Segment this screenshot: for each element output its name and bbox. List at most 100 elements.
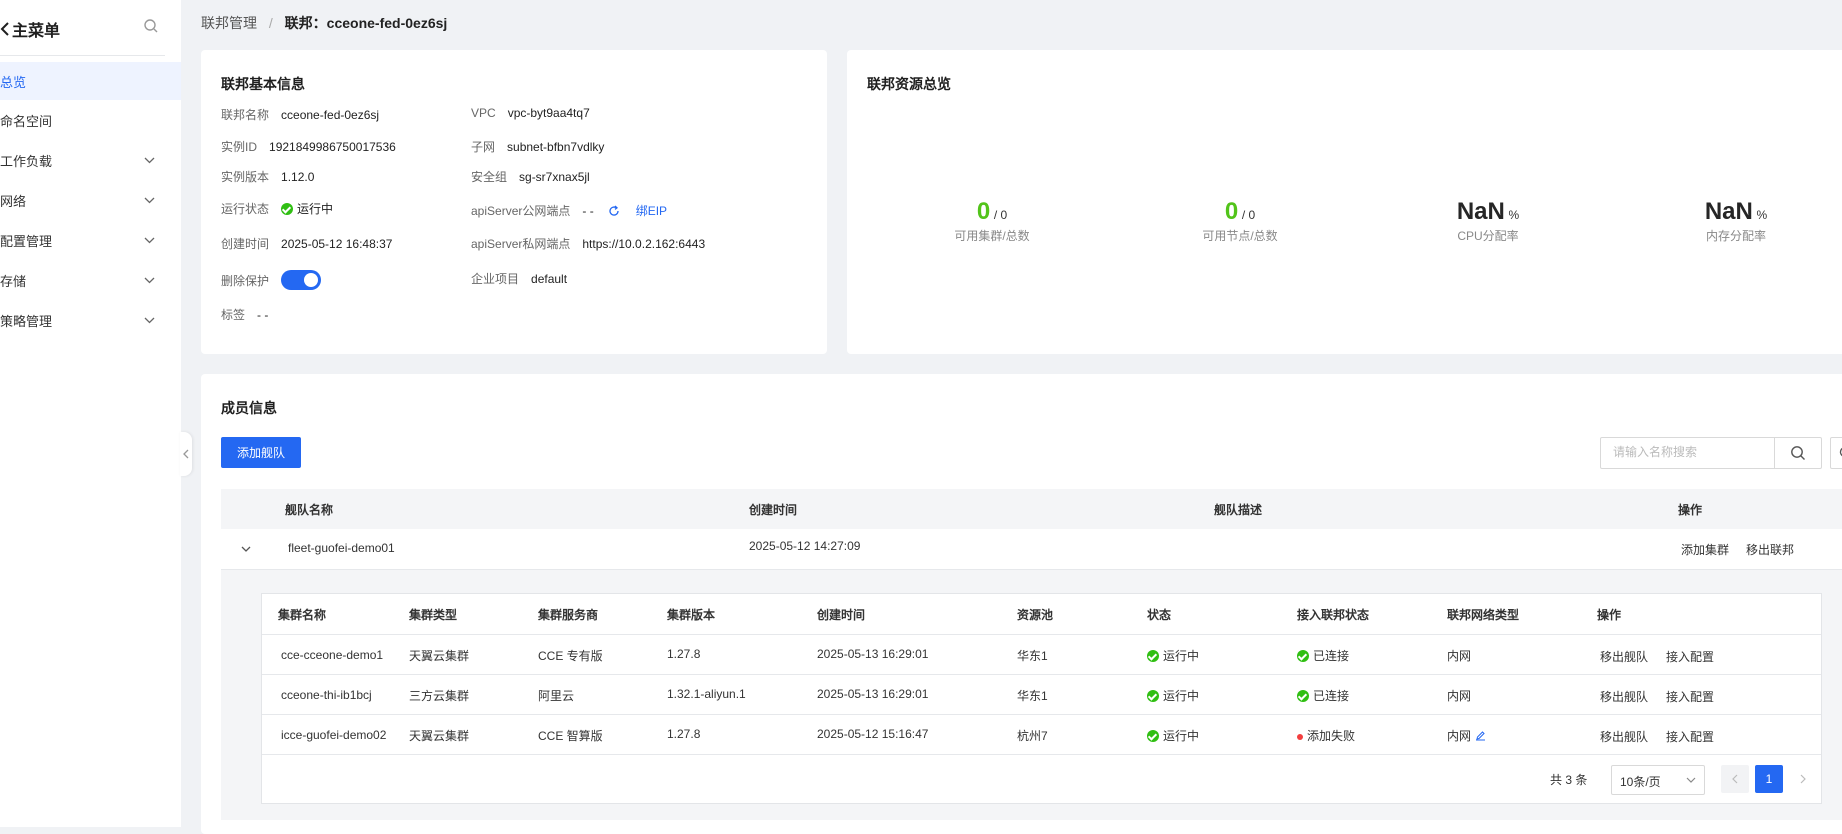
edit-icon[interactable] (1475, 730, 1486, 741)
cpu-allocation-stat: NaN % CPU分配率 (1408, 199, 1568, 244)
cluster-status-text: 运行中 (1163, 729, 1200, 743)
instance-version-value: 1.12.0 (281, 169, 315, 184)
add-fleet-button[interactable]: 添加舰队 (221, 437, 301, 468)
memory-allocation-label: 内存分配率 (1705, 229, 1766, 243)
sidebar-item-label: 总览 (0, 74, 27, 90)
table-row: icce-guofei-demo02 天翼云集群 CCE 智算版 1.27.8 … (262, 714, 1821, 755)
created-time-value: 2025-05-12 16:48:37 (281, 236, 393, 251)
fed-name-value: cceone-fed-0ez6sj (281, 107, 380, 122)
memory-allocation-stat: NaN % 内存分配率 (1656, 199, 1816, 244)
cluster-status: 运行中 (1147, 647, 1199, 664)
add-cluster-link[interactable]: 添加集群 (1681, 541, 1729, 558)
fed-name-label: 联邦名称 (221, 108, 270, 122)
breadcrumb-separator: / (268, 15, 273, 31)
available-clusters-stat: 0 / 0 可用集群/总数 (912, 199, 1072, 244)
available-nodes-stat: 0 / 0 可用节点/总数 (1160, 199, 1320, 244)
breadcrumb-parent[interactable]: 联邦管理 (201, 15, 257, 31)
success-status-icon (1147, 689, 1159, 702)
created-time-row: 创建时间 2025-05-12 16:48:37 (221, 235, 392, 252)
sidebar-item-namespace[interactable]: 命名空间 (0, 101, 165, 139)
chevron-down-icon (144, 157, 155, 164)
cluster-status-text: 运行中 (1163, 689, 1200, 703)
page-1-button[interactable]: 1 (1755, 765, 1783, 793)
security-group-row: 安全组 sg-sr7xnax5jl (471, 168, 590, 185)
chevron-left-icon (1732, 774, 1738, 784)
success-status-icon (1297, 689, 1309, 702)
back-to-main-menu[interactable]: 主菜单 (0, 17, 60, 41)
cluster-created: 2025-05-12 15:16:47 (817, 727, 929, 741)
fleet-name-link[interactable]: fleet-guofei-demo01 (288, 541, 395, 555)
cluster-name-link[interactable]: icce-guofei-demo02 (281, 728, 386, 742)
sidebar-item-label: 配置管理 (0, 233, 53, 249)
remove-from-fleet-link[interactable]: 移出舰队 (1600, 648, 1648, 665)
search-button[interactable] (1774, 437, 1822, 469)
col-cluster-version: 集群版本 (667, 608, 716, 622)
bind-eip-link[interactable]: 绑EIP (636, 202, 667, 219)
chevron-down-icon (144, 197, 155, 204)
vpc-value: vpc-byt9aa4tq7 (507, 106, 590, 120)
cluster-version: 1.32.1-aliyun.1 (667, 687, 746, 701)
remove-from-fleet-link[interactable]: 移出舰队 (1600, 688, 1648, 705)
sidebar-item-label: 命名空间 (0, 113, 53, 129)
resource-pool: 杭州7 (1017, 729, 1048, 743)
page-size-select[interactable]: 10条/页 (1611, 765, 1705, 795)
col-resource-pool: 资源池 (1017, 608, 1054, 622)
remove-from-federation-link[interactable]: 移出联邦 (1746, 541, 1794, 558)
col-status: 状态 (1147, 608, 1172, 622)
access-config-link[interactable]: 接入配置 (1666, 728, 1714, 745)
sidebar-item-label: 存储 (0, 273, 27, 289)
vpc-row: VPC vpc-byt9aa4tq7 (471, 106, 590, 120)
resource-overview-title: 联邦资源总览 (867, 76, 951, 92)
refresh-icon[interactable] (608, 205, 620, 217)
access-config-link[interactable]: 接入配置 (1666, 688, 1714, 705)
chevron-down-icon[interactable] (240, 543, 252, 555)
error-status-dot (1297, 733, 1303, 740)
public-endpoint-row: apiServer公网端点 - - 绑EIP (471, 202, 667, 219)
col-network-type: 联邦网络类型 (1447, 608, 1520, 622)
sidebar-item-policy[interactable]: 策略管理 (0, 301, 165, 339)
success-status-icon (1297, 649, 1309, 662)
breadcrumb: 联邦管理 / 联邦：cceone-fed-0ez6sj (201, 13, 447, 33)
subnet-value: subnet-bfbn7vdlky (507, 139, 605, 154)
next-page-button[interactable] (1789, 765, 1817, 793)
security-group-label: 安全组 (471, 170, 508, 184)
prev-page-button[interactable] (1721, 765, 1749, 793)
sidebar-item-workload[interactable]: 工作负载 (0, 141, 165, 179)
sidebar-item-config[interactable]: 配置管理 (0, 221, 165, 259)
fleet-search-input[interactable] (1611, 444, 1765, 460)
total-nodes-value: / 0 (1241, 208, 1256, 222)
cluster-provider: CCE 智算版 (538, 729, 603, 743)
refresh-icon (1839, 447, 1842, 457)
refresh-button[interactable] (1830, 437, 1842, 469)
access-config-link[interactable]: 接入配置 (1666, 648, 1714, 665)
cluster-name-link[interactable]: cceone-thi-ib1bcj (281, 688, 372, 702)
sidebar-collapse-toggle[interactable] (180, 432, 192, 476)
fleet-search-box (1600, 437, 1776, 469)
total-count: 共 3 条 (1550, 773, 1588, 787)
search-icon[interactable] (143, 18, 159, 34)
sidebar-item-storage[interactable]: 存储 (0, 261, 165, 299)
remove-from-fleet-link[interactable]: 移出舰队 (1600, 728, 1648, 745)
sidebar-item-label: 工作负载 (0, 153, 53, 169)
tag-value: - - (257, 307, 269, 322)
col-fleet-name: 舰队名称 (285, 503, 334, 517)
total-clusters-value: / 0 (993, 208, 1008, 222)
cluster-provider: CCE 专有版 (538, 649, 603, 663)
tag-row: 标签 - - (221, 306, 268, 323)
success-status-icon (1147, 729, 1159, 742)
chevron-left-icon (183, 449, 189, 459)
sidebar-item-network[interactable]: 网络 (0, 181, 165, 219)
sidebar: 主菜单 总览 命名空间 工作负载 网络 配置管理 存储 策略管理 (0, 0, 181, 827)
chevron-left-icon (0, 22, 9, 36)
cluster-name-link[interactable]: cce-cceone-demo1 (281, 648, 383, 662)
join-status-text: 已连接 (1313, 649, 1350, 663)
sidebar-item-overview[interactable]: 总览 (0, 62, 181, 100)
security-group-value: sg-sr7xnax5jl (519, 169, 590, 184)
cluster-version: 1.27.8 (667, 647, 701, 661)
delete-protect-toggle[interactable] (281, 270, 322, 290)
cluster-provider: 阿里云 (538, 689, 575, 703)
project-value: default (531, 271, 568, 286)
chevron-down-icon (144, 237, 155, 244)
join-status-text: 添加失败 (1307, 729, 1356, 743)
success-status-icon (281, 202, 294, 215)
